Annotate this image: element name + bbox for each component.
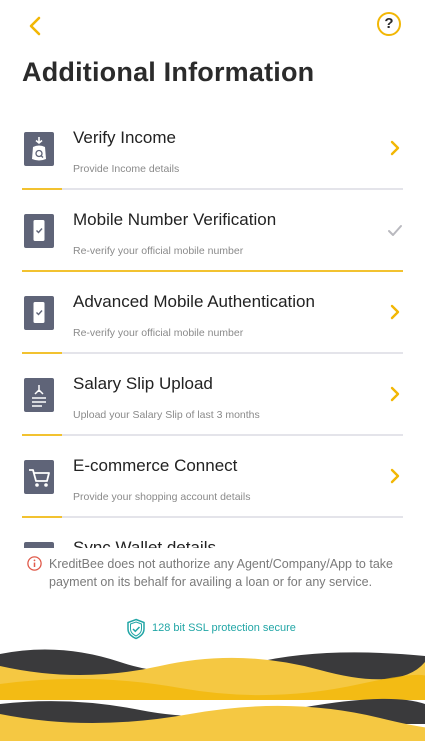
disclaimer-text: KreditBee does not authorize any Agent/C… xyxy=(49,557,393,589)
list-item-ecommerce-connect[interactable]: E-commerce Connect Provide your shopping… xyxy=(22,436,403,518)
chevron-right-icon xyxy=(390,304,400,320)
shield-check-icon xyxy=(127,618,145,640)
chevron-right-icon xyxy=(390,386,400,402)
item-title: Mobile Number Verification xyxy=(73,210,277,229)
item-title: Advanced Mobile Authentication xyxy=(73,292,315,311)
info-icon xyxy=(27,556,42,571)
top-bar: ? xyxy=(0,0,425,52)
item-title: E-commerce Connect xyxy=(73,456,238,475)
item-subtitle: Provide your shopping account details xyxy=(73,491,251,503)
help-button[interactable]: ? xyxy=(377,12,401,36)
list-item-salary-slip-upload[interactable]: Salary Slip Upload Upload your Salary Sl… xyxy=(22,354,403,436)
list-item-verify-income[interactable]: Verify Income Provide Income details xyxy=(22,108,403,190)
chevron-left-icon xyxy=(29,16,41,36)
disclaimer-notice: KreditBee does not authorize any Agent/C… xyxy=(0,548,425,646)
item-title: Verify Income xyxy=(73,128,176,147)
income-bag-icon xyxy=(24,132,54,166)
salary-slip-icon xyxy=(24,378,54,412)
item-subtitle: Re-verify your official mobile number xyxy=(73,327,244,339)
mobile-check-icon xyxy=(24,296,54,330)
mobile-check-icon xyxy=(24,214,54,248)
check-icon xyxy=(388,225,402,236)
chevron-right-icon xyxy=(390,468,400,484)
back-button[interactable] xyxy=(24,14,48,38)
item-title: Salary Slip Upload xyxy=(73,374,213,393)
item-subtitle: Provide Income details xyxy=(73,163,180,175)
decorative-waves xyxy=(0,644,425,741)
verification-list: Verify Income Provide Income details Mob… xyxy=(0,108,425,555)
page-title: Additional Information xyxy=(22,57,315,87)
item-subtitle: Re-verify your official mobile number xyxy=(73,245,244,257)
shopping-cart-icon xyxy=(24,460,54,494)
item-subtitle: Upload your Salary Slip of last 3 months xyxy=(73,409,260,421)
list-item-advanced-mobile-authentication[interactable]: Advanced Mobile Authentication Re-verify… xyxy=(22,272,403,354)
list-item-mobile-number-verification[interactable]: Mobile Number Verification Re-verify you… xyxy=(22,190,403,272)
ssl-label: 128 bit SSL protection secure xyxy=(152,622,296,634)
chevron-right-icon xyxy=(390,140,400,156)
